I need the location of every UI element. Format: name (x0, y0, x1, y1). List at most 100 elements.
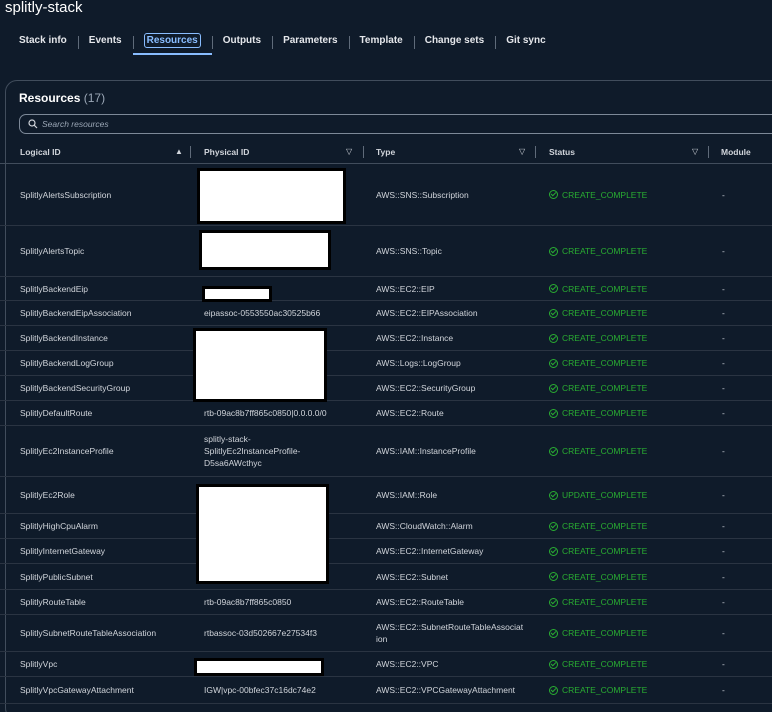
table-row: SplitlyHighCpuAlarm AWS::CloudWatch::Ala… (0, 514, 772, 539)
logical-id: SplitlyAlertsSubscription (20, 189, 112, 200)
table-row: SplitlyAlertsSubscription AWS::SNS::Subs… (0, 164, 772, 226)
status: UPDATE_COMPLETE (549, 477, 699, 513)
table-row: SplitlyVpcGatewayAttachment IGW|vpc-00bf… (0, 677, 772, 704)
status-text: CREATE_COMPLETE (562, 246, 648, 256)
tab-events[interactable]: Events (77, 30, 133, 56)
check-circle-icon (549, 308, 558, 318)
sort-toggle-icon[interactable]: ▽ (692, 147, 698, 156)
sort-ascending-icon[interactable]: ▲ (175, 147, 183, 156)
tab-resources[interactable]: Resources (132, 30, 212, 56)
module: - (722, 546, 725, 556)
table-row: SplitlyVpc AWS::EC2::VPC CREATE_COMPLETE… (0, 652, 772, 677)
search-box[interactable] (19, 114, 772, 134)
status-text: CREATE_COMPLETE (562, 308, 648, 318)
resource-type: AWS::SNS::Subscription (376, 189, 469, 200)
logical-id: SplitlyEc2InstanceProfile (20, 446, 114, 456)
status-text: CREATE_COMPLETE (562, 358, 648, 368)
resources-count: (17) (83, 91, 106, 105)
redacted-block (193, 328, 327, 402)
status: CREATE_COMPLETE (549, 226, 699, 276)
tab-change-sets[interactable]: Change sets (413, 30, 495, 56)
logical-id: SplitlyBackendEipAssociation (20, 308, 132, 318)
search-input[interactable] (42, 117, 642, 131)
column-status[interactable]: Status (549, 147, 575, 157)
resource-type: AWS::Logs::LogGroup (376, 358, 461, 368)
logical-id: SplitlyEc2Role (20, 490, 75, 500)
sort-toggle-icon[interactable]: ▽ (346, 147, 352, 156)
column-logical-id[interactable]: Logical ID (20, 147, 61, 157)
module: - (722, 597, 725, 607)
tab-label: Resources (143, 33, 201, 48)
status-text: CREATE_COMPLETE (562, 383, 648, 393)
status-text: CREATE_COMPLETE (562, 685, 648, 695)
table-row: SplitlyRouteTable rtb-09ac8b7ff865c0850 … (0, 590, 772, 615)
tab-label: Events (88, 35, 122, 46)
resource-type: AWS::EC2::SecurityGroup (376, 383, 476, 393)
physical-id: rtbassoc-03d502667e27534f3 (204, 628, 317, 638)
module: - (722, 659, 725, 669)
resources-heading: Resources (17) (19, 91, 105, 105)
table-header: Logical ID ▲ Physical ID ▽ Type ▽ Status… (0, 140, 772, 164)
check-circle-icon (549, 246, 558, 256)
status: CREATE_COMPLETE (549, 615, 699, 651)
status: CREATE_COMPLETE (549, 401, 699, 425)
column-module[interactable]: Module (721, 147, 751, 157)
table-row: SplitlyDefaultRoute rtb-09ac8b7ff865c085… (0, 401, 772, 426)
resource-type: AWS::EC2::Route (376, 408, 444, 418)
resource-type: AWS::EC2::InternetGateway (376, 546, 484, 556)
status-text: CREATE_COMPLETE (562, 283, 648, 294)
logical-id: SplitlySubnetRouteTableAssociation (20, 628, 157, 638)
status-text: CREATE_COMPLETE (562, 571, 648, 582)
resource-type: AWS::EC2::RouteTable (376, 597, 465, 607)
column-type[interactable]: Type (376, 147, 395, 157)
module: - (722, 408, 725, 418)
module: - (722, 571, 725, 582)
table-row: SplitlyBackendEip AWS::EC2::EIP CREATE_C… (0, 277, 772, 301)
resource-type: AWS::EC2::EIPAssociation (376, 308, 478, 318)
table-row: SplitlySubnetRouteTableAssociation rtbas… (0, 615, 772, 652)
physical-id: IGW|vpc-00bfec37c16dc74e2 (204, 685, 316, 695)
status: CREATE_COMPLETE (549, 164, 699, 225)
check-circle-icon (549, 521, 558, 531)
check-circle-icon (549, 490, 558, 500)
tab-git-sync[interactable]: Git sync (495, 30, 556, 56)
column-physical-id[interactable]: Physical ID (204, 147, 249, 157)
logical-id: SplitlyVpc (20, 659, 58, 669)
check-circle-icon (549, 446, 558, 456)
tab-stack-info[interactable]: Stack info (8, 30, 78, 56)
status: CREATE_COMPLETE (549, 539, 699, 563)
resource-type: AWS::EC2::EIP (376, 283, 435, 294)
resource-type: AWS::IAM::InstanceProfile (376, 446, 476, 456)
tab-parameters[interactable]: Parameters (272, 30, 348, 56)
resource-type: AWS::CloudWatch::Alarm (376, 521, 473, 531)
logical-id: SplitlyHighCpuAlarm (20, 521, 98, 531)
table-row: SplitlyAlertsTopic AWS::SNS::Topic CREAT… (0, 226, 772, 277)
status-text: CREATE_COMPLETE (562, 597, 648, 607)
table-row: SplitlyBackendEipAssociation eipassoc-05… (0, 301, 772, 326)
status: CREATE_COMPLETE (549, 326, 699, 350)
tab-label: Git sync (506, 35, 546, 46)
logical-id: SplitlyVpcGatewayAttachment (20, 685, 134, 695)
table-row: SplitlyEc2Role AWS::IAM::Role UPDATE_COM… (0, 477, 772, 514)
table-row: SplitlyInternetGateway AWS::EC2::Interne… (0, 539, 772, 564)
status-text: CREATE_COMPLETE (562, 408, 648, 418)
status-text: CREATE_COMPLETE (562, 446, 648, 456)
tab-outputs[interactable]: Outputs (211, 30, 272, 56)
status-text: CREATE_COMPLETE (562, 333, 648, 343)
column-divider (535, 146, 536, 158)
status: CREATE_COMPLETE (549, 590, 699, 614)
check-circle-icon (549, 284, 558, 293)
sort-toggle-icon[interactable]: ▽ (519, 147, 525, 156)
resource-type: AWS::EC2::Subnet (376, 571, 448, 582)
module: - (722, 308, 725, 318)
stack-title: splitly-stack (5, 0, 83, 16)
tab-template[interactable]: Template (348, 30, 414, 56)
search-icon (28, 119, 38, 129)
status: CREATE_COMPLETE (549, 514, 699, 538)
redacted-block (196, 484, 329, 584)
status: CREATE_COMPLETE (549, 564, 699, 589)
check-circle-icon (549, 333, 558, 343)
logical-id: SplitlyBackendLogGroup (20, 358, 114, 368)
resources-table-body: SplitlyAlertsSubscription AWS::SNS::Subs… (0, 164, 772, 704)
resource-type: AWS::SNS::Topic (376, 246, 442, 256)
